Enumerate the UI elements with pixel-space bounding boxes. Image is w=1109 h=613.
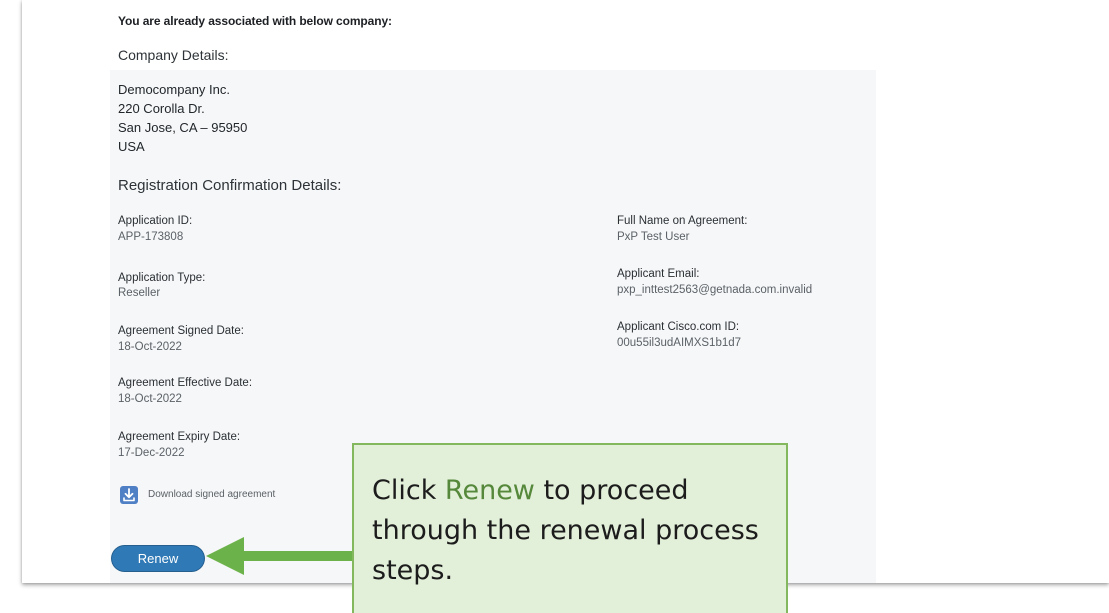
agreement-effective-date-value: 18-Oct-2022: [118, 393, 182, 405]
callout-arrow-icon: [206, 537, 358, 575]
company-name: Democompany Inc.: [118, 82, 230, 97]
company-country: USA: [118, 139, 145, 154]
application-id-label: Application ID:: [118, 215, 193, 227]
full-name-label: Full Name on Agreement:: [617, 215, 748, 227]
renew-button[interactable]: Renew: [112, 546, 204, 571]
registration-details-title: Registration Confirmation Details:: [118, 177, 342, 194]
callout-renew-highlight: Renew: [444, 475, 535, 506]
company-city-state-zip: San Jose, CA – 95950: [118, 120, 248, 135]
applicant-email-value: pxp_inttest2563@getnada.com.invalid: [617, 284, 813, 296]
application-type-value: Reseller: [118, 287, 161, 299]
applicant-email-label: Applicant Email:: [617, 268, 700, 280]
agreement-signed-date-value: 18-Oct-2022: [118, 341, 182, 353]
agreement-expiry-date-label: Agreement Expiry Date:: [118, 431, 241, 443]
cisco-id-label: Applicant Cisco.com ID:: [617, 321, 740, 333]
callout-text-before: Click: [372, 475, 445, 506]
agreement-effective-date-label: Agreement Effective Date:: [118, 377, 253, 389]
company-details-title: Company Details:: [118, 47, 229, 63]
application-type-label: Application Type:: [118, 272, 206, 284]
agreement-expiry-date-value: 17-Dec-2022: [118, 447, 185, 459]
download-signed-agreement-link[interactable]: Download signed agreement: [148, 489, 275, 500]
download-icon[interactable]: [120, 486, 138, 504]
agreement-signed-date-label: Agreement Signed Date:: [118, 325, 244, 337]
associated-company-notice: You are already associated with below co…: [118, 14, 392, 28]
company-street: 220 Corolla Dr.: [118, 101, 205, 116]
application-id-value: APP-173808: [118, 231, 184, 243]
full-name-value: PxP Test User: [617, 231, 690, 243]
cisco-id-value: 00u55il3udAIMXS1b1d7: [617, 337, 742, 349]
instruction-callout: Click Renew to proceed through the renew…: [352, 443, 788, 613]
callout-text: Click Renew to proceed through the renew…: [372, 471, 782, 591]
